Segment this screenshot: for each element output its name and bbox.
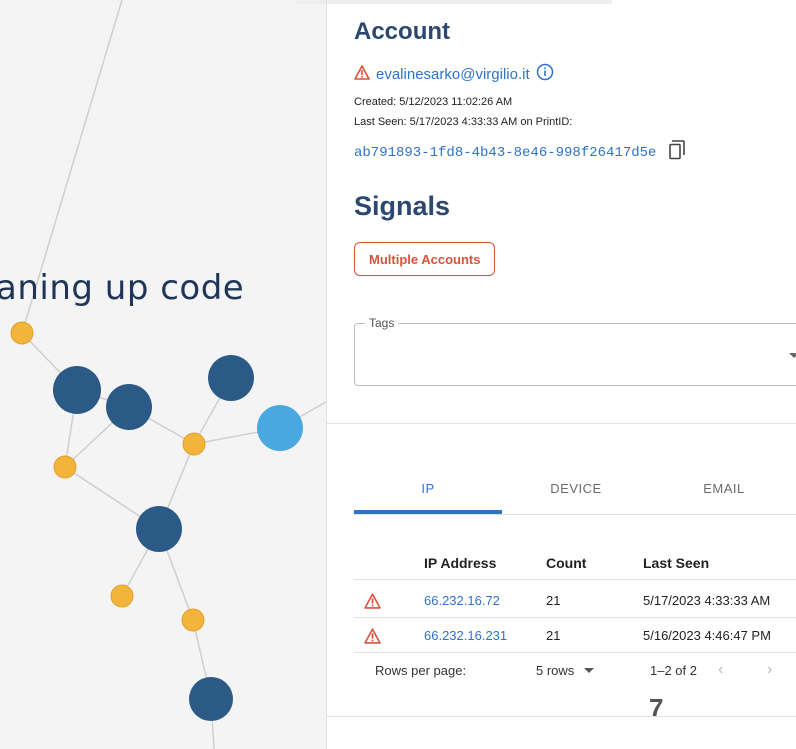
table-pagination: Rows per page: 5 rows 1–2 of 2 ‹ › xyxy=(354,652,796,692)
pagination-range: 1–2 of 2 xyxy=(650,662,697,678)
network-graph xyxy=(10,0,326,749)
details-panel: Account evalinesarko@virgilio.it Created… xyxy=(327,0,796,749)
graph-node-large[interactable] xyxy=(189,677,233,721)
last-seen-timestamp: Last Seen: 5/17/2023 4:33:33 AM on Print… xyxy=(354,116,573,128)
account-title: Account xyxy=(354,18,450,45)
next-page-icon[interactable]: › xyxy=(767,652,772,688)
table-row[interactable]: 66.232.16.72 21 5/17/2023 4:33:33 AM xyxy=(354,583,796,618)
ip-last-seen: 5/17/2023 4:33:33 AM xyxy=(643,593,771,608)
ip-address-link[interactable]: 66.232.16.231 xyxy=(424,618,507,653)
warning-icon xyxy=(364,618,381,653)
account-email-link[interactable]: evalinesarko@virgilio.it xyxy=(376,66,530,83)
network-graph-pane: aning up code xyxy=(0,0,326,749)
account-email-row: evalinesarko@virgilio.it xyxy=(354,63,554,86)
graph-caption: aning up code xyxy=(0,268,245,308)
column-header-last-seen[interactable]: Last Seen xyxy=(643,545,709,580)
graph-node-small[interactable] xyxy=(10,321,34,345)
print-id-value[interactable]: ab791893-1fd8-4b43-8e46-998f26417d5e xyxy=(354,145,656,161)
column-header-count[interactable]: Count xyxy=(546,545,586,580)
graph-node-large[interactable] xyxy=(106,384,152,430)
signals-title: Signals xyxy=(354,191,451,221)
copy-icon[interactable] xyxy=(668,140,686,165)
tab-bar-underline xyxy=(354,514,796,515)
graph-node-large[interactable] xyxy=(53,366,101,414)
tags-select[interactable]: Tags xyxy=(354,316,796,386)
graph-node-small[interactable] xyxy=(110,584,134,608)
graph-node-highlight[interactable] xyxy=(257,405,303,451)
tab-bar: IP DEVICE EMAIL xyxy=(354,470,796,516)
table-header-row: IP Address Count Last Seen xyxy=(354,545,796,580)
ip-count: 21 xyxy=(546,628,561,643)
ip-address-link[interactable]: 66.232.16.72 xyxy=(424,583,500,618)
tab-device[interactable]: DEVICE xyxy=(502,470,650,514)
created-timestamp: Created: 5/12/2023 11:02:26 AM xyxy=(354,96,513,108)
warning-icon xyxy=(364,583,381,618)
rows-per-page-value: 5 rows xyxy=(536,662,575,678)
rows-per-page-label: Rows per page: xyxy=(375,662,467,678)
dropdown-caret-icon[interactable] xyxy=(789,353,796,358)
graph-node-small[interactable] xyxy=(181,608,205,632)
rows-per-page-select[interactable]: 5 rows xyxy=(536,652,595,688)
column-header-ip-address[interactable]: IP Address xyxy=(424,545,496,580)
ip-count: 21 xyxy=(546,593,561,608)
previous-page-icon[interactable]: ‹ xyxy=(718,652,723,688)
dropdown-caret-icon[interactable] xyxy=(584,667,595,673)
section-divider xyxy=(327,423,796,424)
tab-email[interactable]: EMAIL xyxy=(650,470,796,514)
table-row[interactable]: 66.232.16.231 21 5/16/2023 4:46:47 PM xyxy=(354,618,796,653)
info-icon[interactable] xyxy=(536,63,554,86)
tab-ip[interactable]: IP xyxy=(354,470,502,514)
graph-node-small[interactable] xyxy=(182,432,206,456)
graph-node-large[interactable] xyxy=(208,355,254,401)
graph-node-large[interactable] xyxy=(136,506,182,552)
graph-node-small[interactable] xyxy=(53,455,77,479)
signal-chip-multiple-accounts[interactable]: Multiple Accounts xyxy=(354,242,496,276)
ip-last-seen: 5/16/2023 4:46:47 PM xyxy=(643,628,771,643)
warning-icon xyxy=(354,64,370,85)
graph-nodes xyxy=(10,321,303,721)
print-id-row: ab791893-1fd8-4b43-8e46-998f26417d5e xyxy=(354,140,686,165)
page-number: 7 xyxy=(649,693,664,723)
bottom-divider xyxy=(327,716,796,717)
tags-label: Tags xyxy=(365,316,399,330)
